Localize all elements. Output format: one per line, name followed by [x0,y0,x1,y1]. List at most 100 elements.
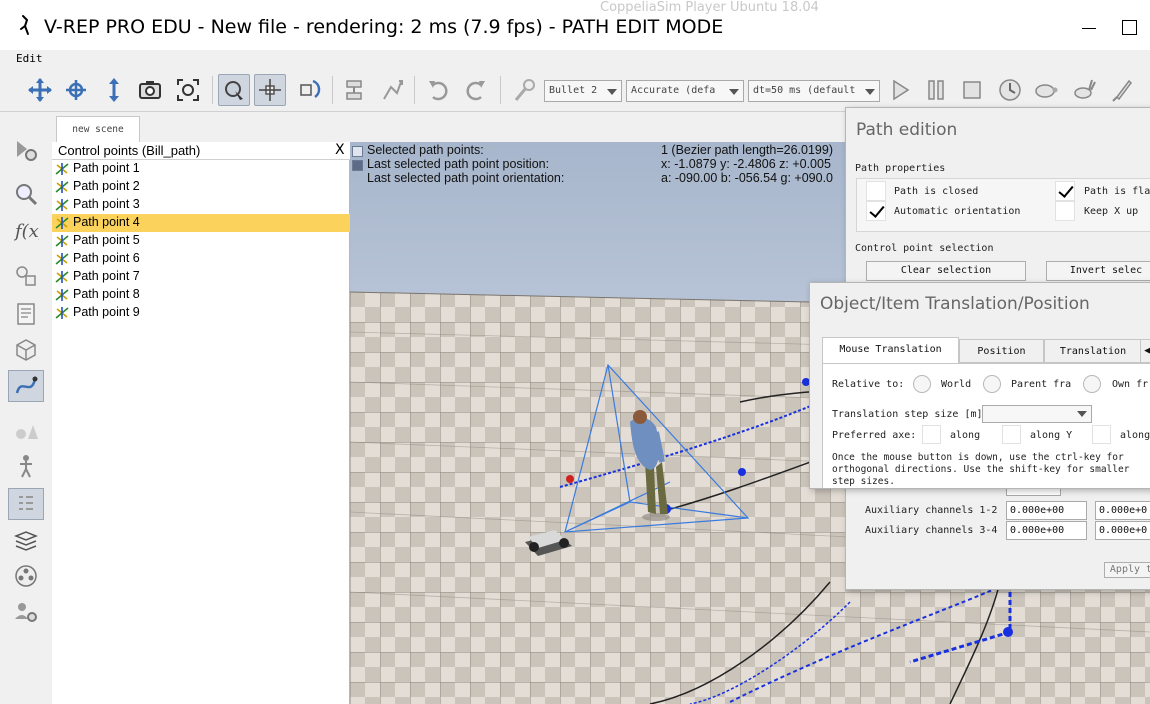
fit-to-view-icon[interactable] [172,74,204,106]
search-icon[interactable] [8,178,44,210]
path-is-closed-checkbox[interactable] [866,181,886,201]
aux-channel-3-field[interactable]: 0.000e+00 [1006,521,1087,540]
threaded-rendering-rocket-icon[interactable] [1106,74,1138,106]
camera-rotate-icon[interactable] [60,74,92,106]
list-item-path-point[interactable]: Path point 7 [52,268,350,286]
scripts-icon[interactable] [8,298,44,330]
list-item-label: Path point 9 [73,305,140,319]
close-panel-button[interactable]: X [335,142,345,158]
layers-selection-icon[interactable] [8,488,44,520]
parent-frame-label: Parent fra [1011,379,1072,390]
list-item-path-point[interactable]: Path point 8 [52,286,350,304]
list-item-label: Path point 7 [73,269,140,283]
svg-text:f(x): f(x) [13,221,39,242]
list-item-label: Path point 4 [73,215,140,229]
step-size-label: Translation step size [m] [832,409,983,420]
keep-x-up-checkbox[interactable] [1055,201,1075,221]
transfer-dna-icon[interactable] [376,74,408,106]
tab-translation[interactable]: Translation [1044,339,1142,363]
info-pin-button[interactable] [352,160,363,171]
pause-icon[interactable] [920,74,952,106]
keep-x-up-label: Keep X up [1084,206,1139,217]
list-item-path-point[interactable]: Path point 9 [52,304,350,322]
step-size-select[interactable] [982,405,1092,423]
tab-scroll-left-icon[interactable]: ◀ [1140,339,1150,363]
simulation-settings-icon[interactable] [8,134,44,166]
world-radio[interactable] [913,375,931,393]
tab-new-scene[interactable]: new scene [56,116,140,142]
stop-icon[interactable] [956,74,988,106]
calculation-module-icon[interactable]: f(x) [8,214,44,246]
along-x-label: along [950,430,981,441]
dynamics-icon[interactable] [508,74,540,106]
menu-edit[interactable]: Edit [16,52,43,65]
path-point-icon [55,199,69,211]
layers-icon[interactable] [8,524,44,556]
click-select-icon[interactable] [218,74,250,106]
play-icon[interactable] [884,74,916,106]
apply-to-button[interactable]: Apply to [1104,562,1150,578]
aux-channel-1-field[interactable]: 0.000e+00 [1006,501,1087,520]
video-recorder-icon[interactable] [8,560,44,592]
slower-turtle-icon[interactable] [1030,74,1062,106]
path-edit-icon[interactable] [8,370,44,402]
collections-icon[interactable] [8,260,44,292]
faster-rabbit-icon[interactable] [1068,74,1100,106]
along-z-checkbox[interactable] [1092,425,1111,444]
object-shift-icon[interactable] [254,74,286,106]
app-logo-icon [20,15,29,35]
clear-selection-button[interactable]: Clear selection [866,261,1026,281]
minimize-button[interactable] [1082,28,1096,29]
own-frame-radio[interactable] [1083,375,1101,393]
physics-engine-select[interactable]: Bullet 2 [544,80,622,102]
info-toggle-button[interactable] [352,146,363,157]
redo-icon[interactable] [460,74,492,106]
undo-icon[interactable] [422,74,454,106]
info-label-orientation: Last selected path point orientation: [367,171,565,185]
accuracy-select[interactable]: Accurate (defa [626,80,744,102]
list-item-path-point[interactable]: Path point 2 [52,178,350,196]
along-z-label: along [1120,430,1150,441]
camera-pan-icon[interactable] [24,74,56,106]
tab-position[interactable]: Position [959,339,1044,363]
path-is-closed-label: Path is closed [894,186,979,197]
object-rotate-icon[interactable] [292,74,324,106]
path-point-icon [55,163,69,175]
camera-shift-icon[interactable] [98,74,130,106]
automatic-orientation-checkbox[interactable] [866,201,886,221]
maximize-button[interactable] [1122,20,1137,35]
menu-bar: Edit [0,50,1150,68]
human-model-icon[interactable] [8,450,44,482]
aux-channels-34-label: Auxiliary channels 3-4 [865,525,998,536]
path-is-flat-checkbox[interactable] [1055,181,1075,201]
app-window: CoppeliaSim Player Ubuntu 18.04 V-REP PR… [0,0,1150,704]
info-value-position: x: -1.0879 y: -2.4806 z: +0.005 [661,157,831,171]
aux-channel-2-field[interactable]: 0.000e+0 [1095,501,1150,520]
list-item-path-point[interactable]: Path point 3 [52,196,350,214]
translation-dialog: Object/Item Translation/Position Mouse T… [809,282,1150,489]
invert-selection-button[interactable]: Invert selec [1046,261,1150,281]
along-x-checkbox[interactable] [922,425,941,444]
aux-channel-4-field[interactable]: 0.000e+0 [1095,521,1150,540]
model-browser-icon[interactable] [8,416,44,448]
path-point-marker [566,475,574,483]
timestep-select[interactable]: dt=50 ms (default [748,80,880,102]
tab-mouse-translation[interactable]: Mouse Translation [822,337,959,363]
list-item-path-point[interactable]: Path point 6 [52,250,350,268]
shape-edit-icon[interactable] [8,334,44,366]
list-item-path-point[interactable]: Path point 5 [52,232,350,250]
list-item-path-point[interactable]: Path point 1 [52,160,350,178]
list-item-path-point[interactable]: Path point 4 [52,214,350,232]
camera-view-icon[interactable] [134,74,166,106]
real-time-clock-icon[interactable] [994,74,1026,106]
assemble-icon[interactable] [338,74,370,106]
selected-path-point-marker [1003,627,1013,637]
translation-dialog-title: Object/Item Translation/Position [820,294,1090,314]
path-is-flat-label: Path is fla [1084,186,1150,197]
user-settings-icon[interactable] [8,596,44,628]
along-y-checkbox[interactable] [1002,425,1021,444]
note-line-3: step sizes. [832,476,895,487]
main-toolbar: Bullet 2 Accurate (defa dt=50 ms (defaul… [0,68,1150,112]
parent-frame-radio[interactable] [983,375,1001,393]
path-point-marker [738,468,746,476]
